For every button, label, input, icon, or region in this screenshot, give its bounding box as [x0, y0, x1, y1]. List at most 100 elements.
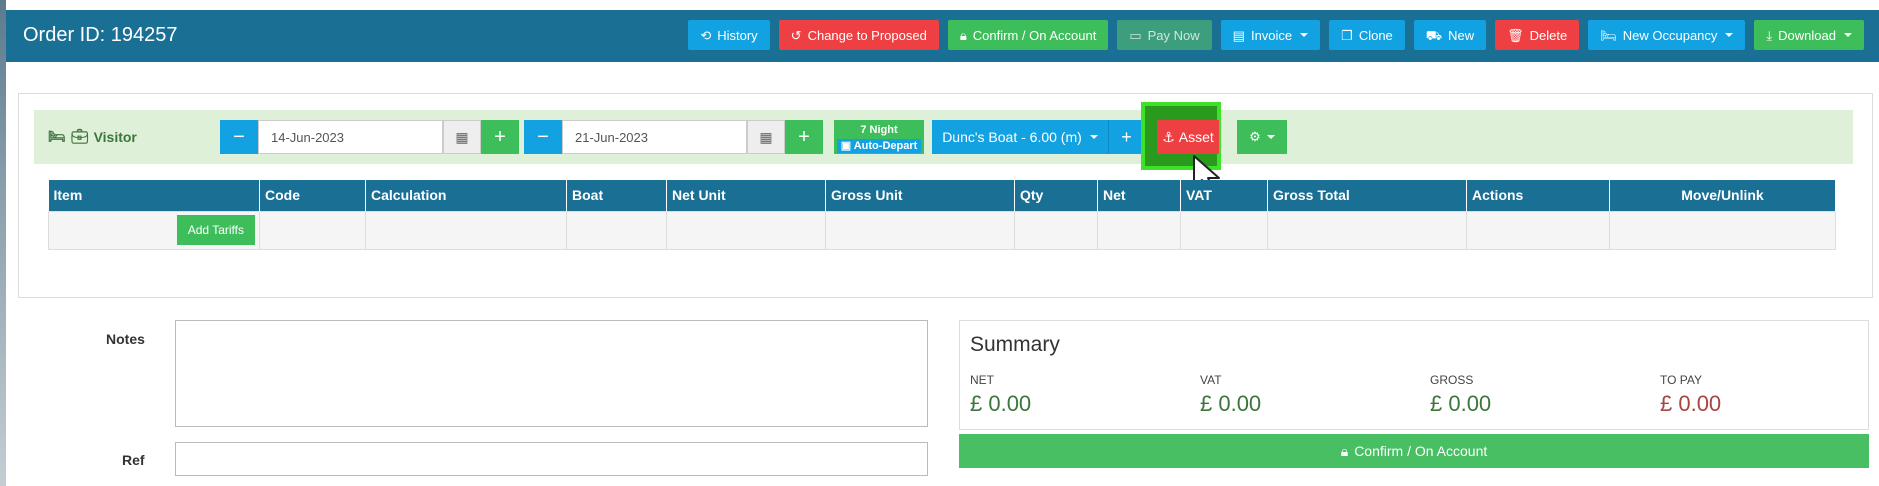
boat-select-label: Dunc's Boat - 6.00 (m) [942, 129, 1082, 145]
table-cell [1466, 210, 1610, 250]
history-icon: ⟲ [700, 27, 712, 43]
table-cell [566, 210, 667, 250]
occupancy-panel: 🛏︎ 💼︎ Visitor − 14-Jun-2023 ▦ + − 21-Jun… [18, 93, 1873, 298]
delete-button[interactable]: 🗑︎ Delete [1495, 20, 1580, 50]
net-value: £ 0.00 [970, 391, 1032, 416]
boat-select[interactable]: Dunc's Boat - 6.00 (m) [932, 120, 1108, 154]
col-gross-total: Gross Total [1267, 180, 1467, 211]
notes-textarea[interactable] [175, 320, 928, 427]
chevron-down-icon [1089, 135, 1098, 139]
to-pay-value: £ 0.00 [1660, 391, 1722, 416]
start-date-input[interactable]: 14-Jun-2023 [258, 120, 443, 154]
basket-icon: ⛟ [1425, 27, 1443, 43]
col-net: Net [1097, 180, 1181, 211]
table-cell: Add Tariffs [48, 210, 260, 250]
end-calendar-button[interactable]: ▦ [747, 120, 785, 154]
auto-depart-badge: ▣ Auto-Depart [837, 139, 921, 153]
asset-label: Asset [1178, 129, 1214, 145]
new-button[interactable]: ⛟ New [1413, 20, 1487, 50]
col-vat: VAT [1180, 180, 1268, 211]
col-calculation: Calculation [365, 180, 567, 211]
table-cell [365, 210, 567, 250]
undo-icon: ↺ [790, 27, 802, 43]
history-button-label: History [717, 27, 758, 43]
end-date-input[interactable]: 21-Jun-2023 [562, 120, 747, 154]
start-calendar-button[interactable]: ▦ [443, 120, 481, 154]
col-gross-unit: Gross Unit [825, 180, 1015, 211]
table-cell [1097, 210, 1181, 250]
clone-button[interactable]: ❐ Clone [1329, 20, 1405, 50]
table-cell [1180, 210, 1268, 250]
end-date-decrement-button[interactable]: − [524, 120, 562, 154]
start-date-increment-button[interactable]: + [481, 120, 519, 154]
gears-icon: ⚙ [1249, 129, 1261, 144]
visitor-heading: 🛏︎ 💼︎ Visitor [48, 128, 137, 145]
calendar-icon: ▦ [455, 128, 469, 145]
summary-vat: VAT £ 0.00 [1200, 373, 1261, 417]
col-item: Item [48, 180, 260, 211]
end-date-increment-button[interactable]: + [785, 120, 823, 154]
col-net-unit: Net Unit [666, 180, 826, 211]
add-boat-button[interactable]: + [1108, 120, 1144, 154]
settings-dropdown-button[interactable]: ⚙ [1237, 120, 1287, 154]
chevron-down-icon [1725, 33, 1734, 37]
download-button[interactable]: ⤓ Download [1754, 20, 1864, 50]
lock-icon: 🔒︎ [1340, 442, 1349, 459]
table-cell [1014, 210, 1098, 250]
lock-icon: 🔒︎ [959, 27, 967, 43]
summary-net: NET £ 0.00 [970, 373, 1031, 417]
col-actions: Actions [1466, 180, 1610, 211]
table-cell [259, 210, 366, 250]
header-bar: Order ID: 194257 ⟲ History ↺ Change to P… [6, 10, 1879, 62]
col-qty: Qty [1014, 180, 1098, 211]
confirm-on-account-label: Confirm / On Account [972, 27, 1097, 43]
new-occupancy-button[interactable]: 🛏︎ New Occupancy [1588, 20, 1746, 50]
ref-input[interactable] [175, 442, 928, 476]
occupancy-row: 🛏︎ 💼︎ Visitor − 14-Jun-2023 ▦ + − 21-Jun… [34, 102, 1853, 193]
new-label: New [1448, 27, 1475, 43]
confirm-on-account-button[interactable]: 🔒︎ Confirm / On Account [947, 20, 1109, 50]
change-to-proposed-label: Change to Proposed [807, 27, 927, 43]
start-date-decrement-button[interactable]: − [220, 120, 258, 154]
summary-gross: GROSS £ 0.00 [1430, 373, 1491, 417]
bed-icon: 🛏︎ [1600, 27, 1617, 43]
tariff-table: Item Code Calculation Boat Net Unit Gros… [48, 180, 1836, 250]
download-label: Download [1778, 27, 1836, 43]
gross-value: £ 0.00 [1430, 391, 1492, 416]
vat-value: £ 0.00 [1200, 391, 1262, 416]
notes-label: Notes [106, 331, 145, 347]
table-header-row: Item Code Calculation Boat Net Unit Gros… [48, 180, 1836, 211]
toolbar: ⟲ History ↺ Change to Proposed 🔒︎ Confir… [688, 20, 1864, 50]
table-cell [1267, 210, 1467, 250]
file-icon: ▤ [1232, 27, 1245, 43]
summary-title: Summary [970, 333, 1060, 356]
table-cell [1609, 210, 1836, 250]
new-occupancy-label: New Occupancy [1622, 27, 1718, 43]
money-icon: ▭ [1129, 27, 1142, 43]
invoice-label: Invoice [1250, 27, 1293, 43]
table-cell [825, 210, 1015, 250]
gross-label: GROSS [1430, 373, 1474, 387]
trash-icon: 🗑︎ [1507, 27, 1524, 43]
add-tariffs-button[interactable]: Add Tariffs [176, 215, 255, 245]
copy-icon: ❐ [1341, 27, 1353, 43]
nights-badge: 7 Night ▣ Auto-Depart [834, 120, 924, 154]
asset-button[interactable]: ⚓︎ Asset [1157, 120, 1219, 154]
summary-to-pay: TO PAY £ 0.00 [1660, 373, 1721, 417]
net-label: NET [970, 373, 994, 387]
confirm-on-account-main-button[interactable]: 🔒︎ Confirm / On Account [959, 434, 1869, 468]
nights-label: 7 Night [860, 124, 898, 136]
change-to-proposed-button[interactable]: ↺ Change to Proposed [778, 20, 939, 50]
confirm-on-account-main-label: Confirm / On Account [1354, 443, 1488, 459]
chevron-down-icon [1844, 33, 1852, 37]
ref-label: Ref [122, 452, 145, 468]
pay-now-button[interactable]: ▭ Pay Now [1117, 20, 1212, 50]
download-icon: ⤓ [1766, 27, 1773, 43]
invoice-button[interactable]: ▤ Invoice [1220, 20, 1321, 50]
table-cell [666, 210, 826, 250]
history-button[interactable]: ⟲ History [688, 20, 770, 50]
chevron-down-icon [1266, 135, 1275, 139]
app-frame: Order ID: 194257 ⟲ History ↺ Change to P… [6, 0, 1879, 486]
calendar-icon: ▦ [759, 128, 773, 145]
col-boat: Boat [566, 180, 667, 211]
